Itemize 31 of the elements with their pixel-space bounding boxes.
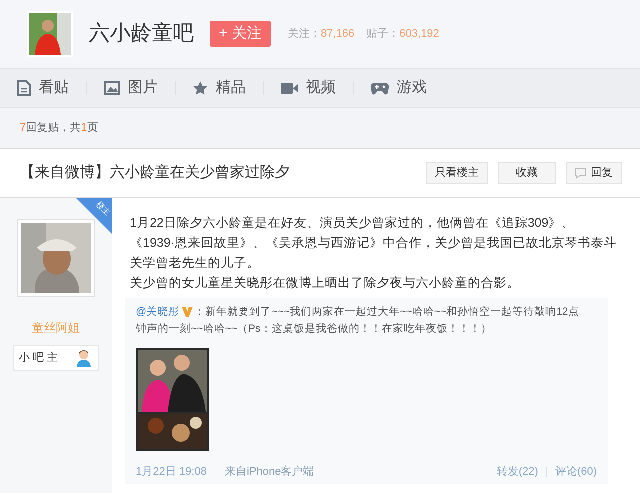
role-label: 小 吧 主 [19, 350, 58, 366]
nav-tab[interactable]: 视频 [281, 76, 336, 100]
page-info-text: 页 [87, 120, 98, 136]
document-icon [17, 80, 31, 96]
post-paragraph: 1月22日除夕六小龄童是在好友、演员关少曾家过的，他俩曾在《追踪309》、《1939·恩来回故里》、《吴承恩与西游记》中合作，关少曾是我国已故北京琴书泰斗关学曾老先生的儿子。 [130, 215, 618, 272]
nav-tab[interactable]: 图片 [104, 76, 158, 100]
thread-action-button[interactable]: 收藏 [498, 162, 556, 184]
thread-title: 【来自微博】六小龄童在关少曾家过除夕 [20, 162, 291, 183]
gamepad-icon [371, 82, 389, 94]
nav-tab[interactable]: 精品 [193, 76, 246, 100]
stat-label: 关注： [288, 28, 321, 40]
nav-tab[interactable]: 看贴 [17, 76, 69, 100]
weibo-text: @关晓彤 ：新年就要到了~~~我们两家在一起过大年~~哈哈~~和孙悟空一起等待敲响12点钟声的一刻~~哈哈~~（Ps：这桌饭是我爸做的！！在家吃年夜饭！！！） [136, 305, 580, 337]
image-icon [104, 81, 120, 95]
nav-tab[interactable]: 游戏 [371, 76, 427, 100]
stat-label: 贴子： [366, 28, 400, 40]
stat-value: 603,192 [400, 28, 440, 40]
stat-value: 87,166 [320, 28, 355, 40]
speech-bubble-icon [575, 168, 587, 178]
post-paragraph: 关少曾的女儿童星关晓彤在微博上晒出了除夕夜与六小龄童的合影。 [130, 275, 521, 292]
reply-count: 7 [20, 120, 26, 136]
thread-action-button[interactable]: 只看楼主 [426, 162, 488, 184]
weibo-source: 来自iPhone客户端 [224, 465, 314, 479]
user-link[interactable]: @关晓彤 [136, 306, 180, 318]
forum-name: 六小龄童吧 [89, 21, 194, 48]
user-icon [76, 349, 92, 367]
page-count: 1 [81, 120, 88, 136]
video-camera-icon [281, 82, 298, 94]
page-info-text: 回复贴，共 [26, 120, 82, 136]
star-icon [193, 80, 208, 96]
thread-action-button[interactable]: 回复 [566, 162, 622, 184]
